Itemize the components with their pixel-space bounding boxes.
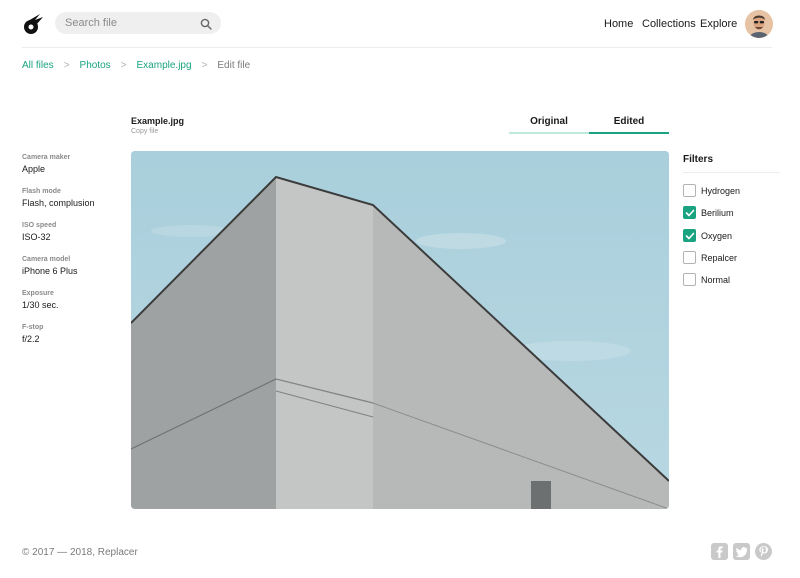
filter-label: Hydrogen	[701, 185, 741, 196]
meta-value: Flash, complusion	[22, 198, 95, 208]
breadcrumb-all-files[interactable]: All files	[22, 60, 54, 71]
meta-value: iPhone 6 Plus	[22, 266, 78, 276]
avatar[interactable]	[745, 10, 773, 38]
meta-exposure: Exposure 1/30 sec.	[22, 290, 59, 310]
meta-value: f/2.2	[22, 334, 40, 344]
twitter-icon[interactable]	[733, 543, 750, 560]
chevron-right-icon: >	[120, 60, 127, 71]
filter-repalcer[interactable]: Repalcer	[683, 251, 737, 264]
search-icon[interactable]	[200, 17, 212, 30]
tab-original[interactable]: Original	[509, 116, 589, 134]
breadcrumb-file[interactable]: Example.jpg	[137, 60, 192, 71]
filter-hydrogen[interactable]: Hydrogen	[683, 184, 740, 197]
meta-label: Flash mode	[22, 188, 61, 195]
breadcrumb-photos[interactable]: Photos	[80, 60, 111, 71]
meta-label: ISO speed	[22, 222, 57, 229]
filter-label: Repalcer	[701, 252, 738, 263]
filter-label: Berilium	[701, 207, 734, 218]
checkbox[interactable]	[683, 273, 696, 286]
filter-label: Normal	[701, 274, 731, 285]
meta-value: 1/30 sec.	[22, 300, 59, 310]
meta-label: F-stop	[22, 324, 44, 331]
checkmark-icon	[685, 232, 695, 240]
checkbox-checked[interactable]	[683, 229, 696, 242]
edited-photo	[131, 151, 669, 509]
checkbox[interactable]	[683, 184, 696, 197]
filter-berilium[interactable]: Berilium	[683, 206, 734, 219]
search-input[interactable]: Search file	[55, 12, 221, 34]
chevron-right-icon: >	[201, 60, 208, 71]
footer-copyright: © 2017 — 2018, Replacer	[22, 547, 138, 558]
meta-f-stop: F-stop f/2.2	[22, 324, 43, 344]
meta-label: Camera model	[22, 256, 71, 263]
meta-camera-model: Camera model iPhone 6 Plus	[22, 256, 78, 276]
copy-file-link[interactable]: Copy file	[131, 128, 158, 135]
pinterest-icon[interactable]	[755, 543, 772, 560]
view-tabs: Original Edited	[509, 116, 669, 134]
meta-flash-mode: Flash mode Flash, complusion	[22, 188, 95, 208]
filter-label: Oxygen	[701, 230, 733, 241]
breadcrumb-current: Edit file	[217, 60, 251, 71]
filters-divider	[683, 172, 780, 173]
nav-collections[interactable]: Collections	[642, 18, 696, 30]
meta-camera-maker: Camera maker Apple	[22, 154, 70, 174]
tab-edited[interactable]: Edited	[589, 116, 669, 134]
nav-home[interactable]: Home	[604, 18, 633, 30]
file-name: Example.jpg	[131, 116, 185, 126]
top-header: Search file Home Collections Explore	[22, 0, 773, 48]
meta-label: Camera maker	[22, 154, 71, 161]
meta-iso-speed: ISO speed ISO-32	[22, 222, 56, 242]
checkbox[interactable]	[683, 251, 696, 264]
facebook-icon[interactable]	[711, 543, 728, 560]
chevron-right-icon: >	[63, 60, 70, 71]
meta-value: ISO-32	[22, 232, 51, 242]
filter-normal[interactable]: Normal	[683, 273, 730, 286]
nav-explore[interactable]: Explore	[700, 18, 737, 30]
meta-label: Exposure	[22, 290, 54, 297]
comet-logo-icon[interactable]	[22, 12, 46, 36]
checkbox-checked[interactable]	[683, 206, 696, 219]
breadcrumb: All files > Photos > Example.jpg > Edit …	[22, 60, 250, 71]
search-placeholder: Search file	[65, 17, 117, 29]
meta-value: Apple	[22, 164, 46, 174]
checkmark-icon	[685, 209, 695, 217]
filters-title: Filters	[683, 154, 714, 165]
filter-oxygen[interactable]: Oxygen	[683, 229, 732, 242]
